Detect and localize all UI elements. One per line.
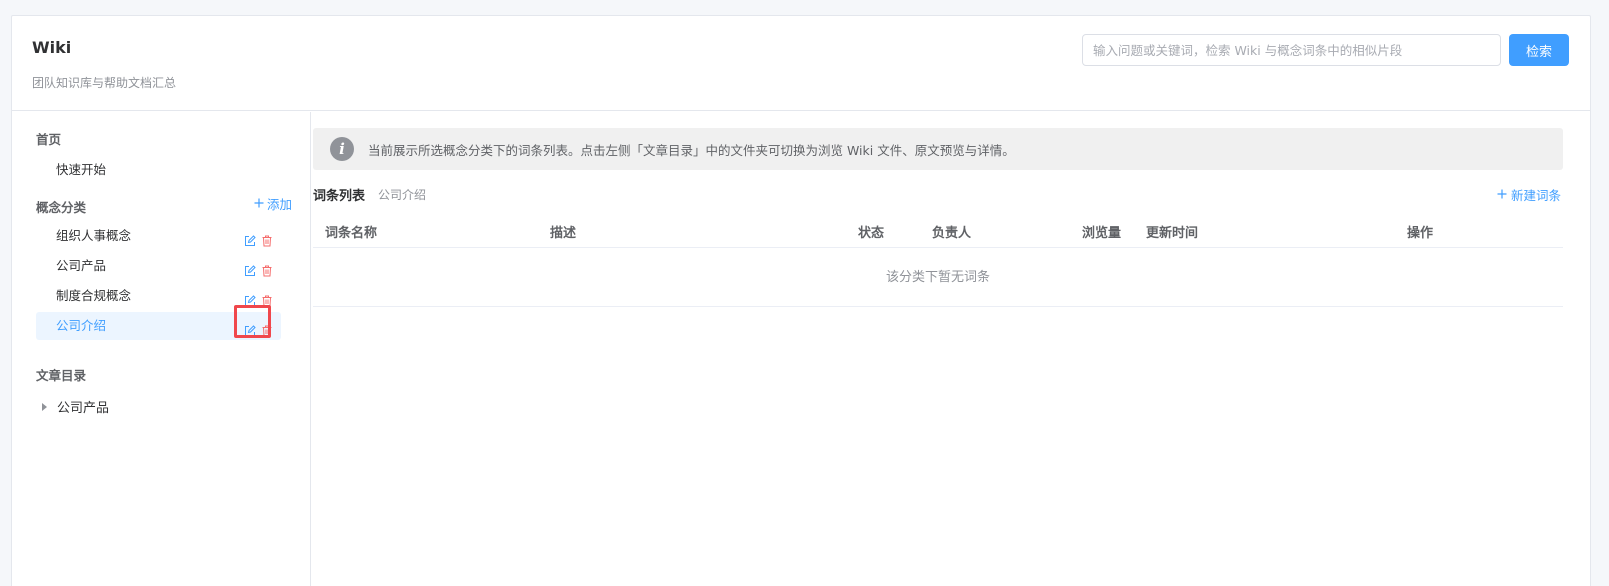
sidebar-section-concepts: 概念分类	[36, 200, 87, 215]
edit-icon[interactable]	[244, 289, 256, 306]
caret-right-icon[interactable]	[42, 402, 47, 411]
sidebar-item-category-active[interactable]: 公司介绍	[36, 312, 281, 340]
tree-item-label: 公司产品	[57, 401, 110, 416]
new-entry-button[interactable]: 新建词条	[1497, 185, 1561, 204]
column-header-actions: 操作	[1407, 226, 1434, 241]
column-header-description: 描述	[550, 226, 577, 241]
search-input[interactable]	[1082, 34, 1501, 66]
delete-icon[interactable]	[261, 289, 273, 307]
info-icon: i	[330, 137, 354, 161]
column-header-updated: 更新时间	[1146, 226, 1199, 241]
empty-table-message: 该分类下暂无词条	[313, 248, 1563, 307]
sidebar-item-label: 公司介绍	[56, 318, 107, 333]
sidebar-section-articles: 文章目录	[36, 368, 87, 383]
info-alert: i 当前展示所选概念分类下的词条列表。点击左侧「文章目录」中的文件夹可切换为浏览…	[313, 128, 1563, 170]
sidebar-item-label: 组织人事概念	[56, 228, 132, 243]
info-text: 当前展示所选概念分类下的词条列表。点击左侧「文章目录」中的文件夹可切换为浏览 W…	[368, 142, 1015, 158]
sidebar-item-label: 快速开始	[56, 162, 107, 177]
sidebar-item-category[interactable]: 公司产品	[36, 252, 281, 280]
page-header: Wiki 团队知识库与帮助文档汇总 检索	[12, 16, 1590, 111]
column-header-status: 状态	[858, 226, 885, 241]
add-category-label: 添加	[267, 197, 293, 212]
sidebar-section-home[interactable]: 首页	[36, 129, 61, 148]
sidebar: 首页 快速开始 概念分类 添加 组织人事概念 公司产品 制度合规概念 公司介绍 …	[12, 112, 311, 586]
new-entry-label: 新建词条	[1510, 188, 1561, 203]
column-header-owner: 负责人	[932, 226, 972, 241]
tree-item-folder[interactable]: 公司产品	[42, 397, 109, 416]
wiki-card: Wiki 团队知识库与帮助文档汇总 检索 首页 快速开始 概念分类 添加 组织人…	[11, 15, 1591, 586]
search-button[interactable]: 检索	[1509, 34, 1569, 66]
table-header: 词条名称 描述 状态 负责人 浏览量 更新时间 操作	[313, 214, 1563, 248]
edit-icon[interactable]	[244, 319, 256, 336]
list-subtitle: 公司介绍	[378, 188, 427, 202]
sidebar-item-label: 制度合规概念	[56, 288, 132, 303]
edit-icon[interactable]	[244, 229, 256, 246]
delete-icon[interactable]	[261, 229, 273, 247]
sidebar-item-category[interactable]: 制度合规概念	[36, 282, 281, 310]
column-header-views: 浏览量	[1082, 226, 1122, 241]
plus-icon	[254, 196, 264, 211]
sidebar-item-category[interactable]: 组织人事概念	[36, 222, 281, 250]
page-subtitle: 团队知识库与帮助文档汇总	[32, 76, 177, 90]
column-header-name: 词条名称	[325, 226, 378, 241]
delete-icon[interactable]	[261, 319, 273, 337]
sidebar-item-quick-start[interactable]: 快速开始	[36, 156, 281, 184]
sidebar-item-label: 公司产品	[56, 258, 107, 273]
add-category-button[interactable]: 添加	[254, 194, 292, 213]
plus-icon	[1497, 187, 1507, 202]
delete-icon[interactable]	[261, 259, 273, 277]
list-title: 词条列表	[313, 189, 366, 204]
page-title: Wiki	[32, 38, 72, 57]
edit-icon[interactable]	[244, 259, 256, 276]
